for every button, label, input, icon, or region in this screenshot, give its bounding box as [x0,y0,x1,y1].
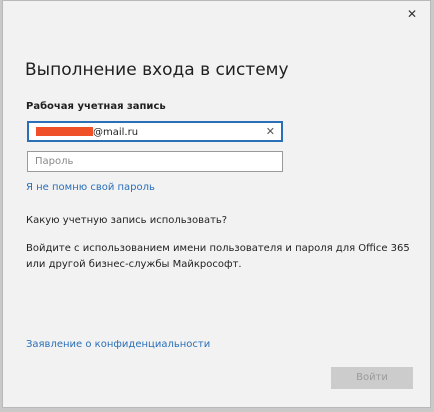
sign-in-button[interactable]: Войти [331,367,413,389]
privacy-statement-link[interactable]: Заявление о конфиденциальности [26,339,210,350]
clear-icon[interactable]: ✕ [266,123,275,140]
forgot-password-link[interactable]: Я не помню свой пароль [26,182,155,193]
account-label: Рабочая учетная запись [26,101,166,112]
password-input[interactable]: Пароль [27,151,283,172]
close-icon[interactable]: ✕ [402,5,422,23]
which-account-description: Войдите с использованием имени пользоват… [26,243,410,270]
password-placeholder: Пароль [35,156,74,167]
page-title: Выполнение входа в систему [25,60,289,80]
which-account-title: Какую учетную запись использовать? [26,215,228,226]
sign-in-dialog: ✕ Выполнение входа в систему Рабочая уче… [2,0,431,408]
email-suffix: @mail.ru [93,127,139,138]
redacted-username [36,127,93,136]
email-input[interactable]: @mail.ru ✕ [27,121,283,142]
